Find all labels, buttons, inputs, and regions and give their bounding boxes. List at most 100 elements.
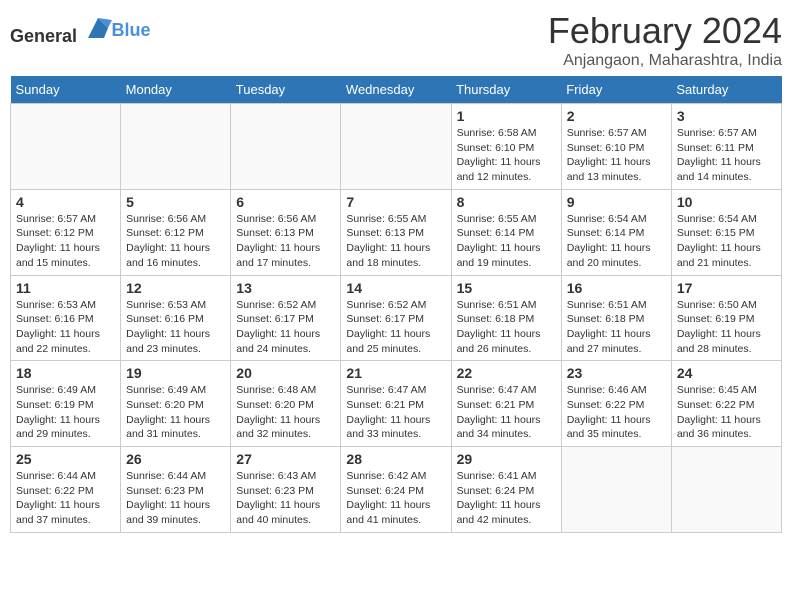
weekday-header-sunday: Sunday — [11, 76, 121, 104]
day-info: Sunrise: 6:46 AMSunset: 6:22 PMDaylight:… — [567, 383, 666, 442]
day-number: 27 — [236, 451, 335, 467]
day-info: Sunrise: 6:57 AMSunset: 6:10 PMDaylight:… — [567, 126, 666, 185]
weekday-header-thursday: Thursday — [451, 76, 561, 104]
day-info: Sunrise: 6:54 AMSunset: 6:14 PMDaylight:… — [567, 212, 666, 271]
calendar-cell: 11 Sunrise: 6:53 AMSunset: 6:16 PMDayligh… — [11, 275, 121, 361]
day-info: Sunrise: 6:52 AMSunset: 6:17 PMDaylight:… — [346, 298, 445, 357]
day-info: Sunrise: 6:57 AMSunset: 6:11 PMDaylight:… — [677, 126, 776, 185]
day-info: Sunrise: 6:55 AMSunset: 6:14 PMDaylight:… — [457, 212, 556, 271]
calendar-week-5: 25 Sunrise: 6:44 AMSunset: 6:22 PMDayligh… — [11, 447, 782, 533]
calendar-cell — [341, 104, 451, 190]
calendar-cell: 26Sunrise: 6:44 AMSunset: 6:23 PMDayligh… — [121, 447, 231, 533]
day-number: 22 — [457, 365, 556, 381]
day-number: 25 — [16, 451, 115, 467]
logo-blue: Blue — [112, 20, 151, 40]
day-info: Sunrise: 6:49 AMSunset: 6:19 PMDaylight:… — [16, 383, 115, 442]
calendar-cell: 20Sunrise: 6:48 AMSunset: 6:20 PMDayligh… — [231, 361, 341, 447]
day-info: Sunrise: 6:53 AMSunset: 6:16 PMDaylight:… — [16, 298, 115, 357]
calendar-cell: 15Sunrise: 6:51 AMSunset: 6:18 PMDayligh… — [451, 275, 561, 361]
calendar-cell — [561, 447, 671, 533]
calendar-cell: 6 Sunrise: 6:56 AMSunset: 6:13 PMDaylight… — [231, 189, 341, 275]
header: General Blue February 2024 Anjangaon, Ma… — [10, 10, 782, 70]
calendar-cell: 4 Sunrise: 6:57 AMSunset: 6:12 PMDaylight… — [11, 189, 121, 275]
day-number: 8 — [457, 194, 556, 210]
calendar-cell: 21 Sunrise: 6:47 AMSunset: 6:21 PMDayligh… — [341, 361, 451, 447]
calendar-cell: 5Sunrise: 6:56 AMSunset: 6:12 PMDaylight… — [121, 189, 231, 275]
day-number: 21 — [346, 365, 445, 381]
calendar-cell — [231, 104, 341, 190]
calendar-cell: 27 Sunrise: 6:43 AMSunset: 6:23 PMDayligh… — [231, 447, 341, 533]
calendar-cell: 8 Sunrise: 6:55 AMSunset: 6:14 PMDaylight… — [451, 189, 561, 275]
day-number: 10 — [677, 194, 776, 210]
day-number: 23 — [567, 365, 666, 381]
day-number: 24 — [677, 365, 776, 381]
calendar-week-4: 18 Sunrise: 6:49 AMSunset: 6:19 PMDayligh… — [11, 361, 782, 447]
weekday-header-friday: Friday — [561, 76, 671, 104]
calendar-cell: 2 Sunrise: 6:57 AMSunset: 6:10 PMDaylight… — [561, 104, 671, 190]
day-number: 7 — [346, 194, 445, 210]
day-info: Sunrise: 6:56 AMSunset: 6:13 PMDaylight:… — [236, 212, 335, 271]
calendar-table: SundayMondayTuesdayWednesdayThursdayFrid… — [10, 76, 782, 533]
day-info: Sunrise: 6:58 AMSunset: 6:10 PMDaylight:… — [457, 126, 556, 185]
month-year-title: February 2024 — [548, 10, 782, 52]
day-number: 14 — [346, 280, 445, 296]
day-info: Sunrise: 6:43 AMSunset: 6:23 PMDaylight:… — [236, 469, 335, 528]
calendar-cell: 29Sunrise: 6:41 AMSunset: 6:24 PMDayligh… — [451, 447, 561, 533]
title-area: February 2024 Anjangaon, Maharashtra, In… — [548, 10, 782, 70]
day-number: 18 — [16, 365, 115, 381]
calendar-cell: 16 Sunrise: 6:51 AMSunset: 6:18 PMDayligh… — [561, 275, 671, 361]
day-number: 28 — [346, 451, 445, 467]
calendar-cell: 22 Sunrise: 6:47 AMSunset: 6:21 PMDayligh… — [451, 361, 561, 447]
calendar-week-1: 1Sunrise: 6:58 AMSunset: 6:10 PMDaylight… — [11, 104, 782, 190]
day-number: 4 — [16, 194, 115, 210]
calendar-cell: 23 Sunrise: 6:46 AMSunset: 6:22 PMDayligh… — [561, 361, 671, 447]
day-info: Sunrise: 6:47 AMSunset: 6:21 PMDaylight:… — [457, 383, 556, 442]
day-number: 11 — [16, 280, 115, 296]
calendar-cell: 14 Sunrise: 6:52 AMSunset: 6:17 PMDayligh… — [341, 275, 451, 361]
day-info: Sunrise: 6:54 AMSunset: 6:15 PMDaylight:… — [677, 212, 776, 271]
day-number: 6 — [236, 194, 335, 210]
day-info: Sunrise: 6:44 AMSunset: 6:22 PMDaylight:… — [16, 469, 115, 528]
calendar-cell: 1Sunrise: 6:58 AMSunset: 6:10 PMDaylight… — [451, 104, 561, 190]
calendar-cell: 18 Sunrise: 6:49 AMSunset: 6:19 PMDayligh… — [11, 361, 121, 447]
day-info: Sunrise: 6:50 AMSunset: 6:19 PMDaylight:… — [677, 298, 776, 357]
day-number: 17 — [677, 280, 776, 296]
day-number: 20 — [236, 365, 335, 381]
day-info: Sunrise: 6:51 AMSunset: 6:18 PMDaylight:… — [567, 298, 666, 357]
calendar-week-3: 11 Sunrise: 6:53 AMSunset: 6:16 PMDayligh… — [11, 275, 782, 361]
logo: General Blue — [10, 14, 151, 47]
calendar-cell: 24 Sunrise: 6:45 AMSunset: 6:22 PMDayligh… — [671, 361, 781, 447]
day-info: Sunrise: 6:41 AMSunset: 6:24 PMDaylight:… — [457, 469, 556, 528]
day-info: Sunrise: 6:45 AMSunset: 6:22 PMDaylight:… — [677, 383, 776, 442]
calendar-cell: 7 Sunrise: 6:55 AMSunset: 6:13 PMDaylight… — [341, 189, 451, 275]
day-info: Sunrise: 6:55 AMSunset: 6:13 PMDaylight:… — [346, 212, 445, 271]
calendar-cell: 3Sunrise: 6:57 AMSunset: 6:11 PMDaylight… — [671, 104, 781, 190]
logo-icon — [84, 14, 112, 42]
calendar-cell: 17 Sunrise: 6:50 AMSunset: 6:19 PMDayligh… — [671, 275, 781, 361]
calendar-cell: 9 Sunrise: 6:54 AMSunset: 6:14 PMDaylight… — [561, 189, 671, 275]
weekday-header-wednesday: Wednesday — [341, 76, 451, 104]
calendar-week-2: 4 Sunrise: 6:57 AMSunset: 6:12 PMDaylight… — [11, 189, 782, 275]
day-info: Sunrise: 6:57 AMSunset: 6:12 PMDaylight:… — [16, 212, 115, 271]
day-number: 13 — [236, 280, 335, 296]
calendar-cell: 13 Sunrise: 6:52 AMSunset: 6:17 PMDayligh… — [231, 275, 341, 361]
day-number: 9 — [567, 194, 666, 210]
day-info: Sunrise: 6:49 AMSunset: 6:20 PMDaylight:… — [126, 383, 225, 442]
calendar-cell — [121, 104, 231, 190]
calendar-cell: 25 Sunrise: 6:44 AMSunset: 6:22 PMDayligh… — [11, 447, 121, 533]
location-title: Anjangaon, Maharashtra, India — [548, 52, 782, 70]
day-info: Sunrise: 6:52 AMSunset: 6:17 PMDaylight:… — [236, 298, 335, 357]
day-info: Sunrise: 6:47 AMSunset: 6:21 PMDaylight:… — [346, 383, 445, 442]
day-info: Sunrise: 6:42 AMSunset: 6:24 PMDaylight:… — [346, 469, 445, 528]
logo-general: General — [10, 26, 77, 46]
calendar-cell: 10 Sunrise: 6:54 AMSunset: 6:15 PMDayligh… — [671, 189, 781, 275]
weekday-header-tuesday: Tuesday — [231, 76, 341, 104]
day-number: 5 — [126, 194, 225, 210]
calendar-cell — [11, 104, 121, 190]
day-info: Sunrise: 6:44 AMSunset: 6:23 PMDaylight:… — [126, 469, 225, 528]
calendar-cell — [671, 447, 781, 533]
day-number: 16 — [567, 280, 666, 296]
calendar-cell: 28 Sunrise: 6:42 AMSunset: 6:24 PMDayligh… — [341, 447, 451, 533]
day-number: 2 — [567, 108, 666, 124]
day-number: 15 — [457, 280, 556, 296]
